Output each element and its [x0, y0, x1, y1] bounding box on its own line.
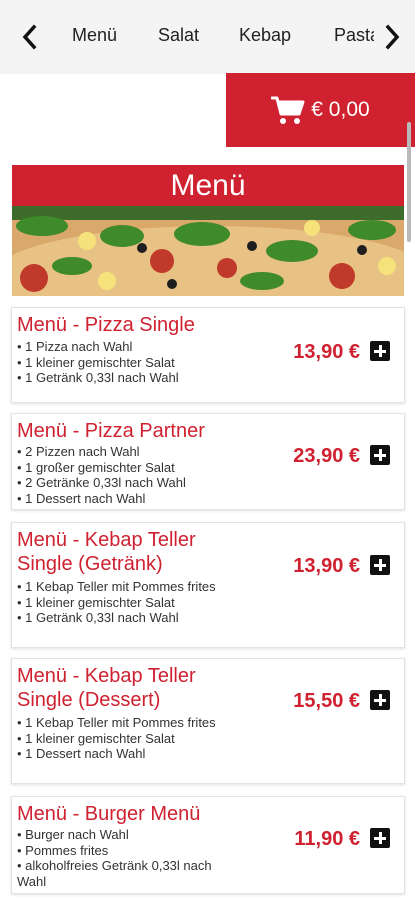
menu-item-card[interactable]: Menü - Kebap Teller Single (Getränk) • 1… [11, 522, 405, 648]
plus-icon[interactable] [370, 555, 390, 575]
tab-pasta[interactable]: Pasta [334, 25, 374, 46]
menu-item-card[interactable]: Menü - Pizza Single • 1 Pizza nach Wahl … [11, 307, 405, 403]
cart-total: € 0,00 [311, 98, 370, 121]
menu-item-description: • Burger nach Wahl • Pommes frites • alk… [17, 827, 232, 889]
menu-item-description: • 1 Kebap Teller mit Pommes frites • 1 k… [17, 715, 232, 762]
menu-item-title: Menü - Kebap Teller Single (Getränk) [17, 529, 196, 575]
plus-icon[interactable] [370, 445, 390, 465]
menu-item-detail: • 1 Dessert nach Wahl [17, 490, 146, 506]
tab-menue[interactable]: Menü [72, 25, 117, 46]
cart-button[interactable]: € 0,00 [226, 73, 415, 147]
menu-item-price: 13,90 € [293, 341, 360, 363]
menu-item-title: Menü - Burger Menü [17, 803, 201, 825]
menu-item-detail: • Pommes frites [17, 842, 109, 858]
menu-item-title: Menü - Kebap Teller Single (Dessert) [17, 665, 196, 711]
tab-kebap[interactable]: Kebap [239, 25, 291, 46]
menu-item-detail: • 1 kleiner gemischter Salat [17, 594, 175, 610]
menu-item-detail: • 1 Getränk 0,33l nach Wahl [17, 370, 179, 385]
plus-icon[interactable] [370, 341, 390, 361]
menu-item-price: 23,90 € [293, 445, 360, 467]
category-tabs: Menü Salat Kebap Pasta [54, 0, 374, 74]
menu-item-detail: • 1 Getränk 0,33l nach Wahl [17, 610, 179, 625]
menu-item-description: • 2 Pizzen nach Wahl • 1 großer gemischt… [17, 444, 232, 506]
menu-item-description: • 1 Kebap Teller mit Pommes frites • 1 k… [17, 579, 232, 626]
menu-item-detail: • 2 Getränke 0,33l nach Wahl [17, 475, 186, 490]
menu-item-detail: • 1 kleiner gemischter Salat [17, 730, 175, 746]
menu-item-detail: • Burger nach Wahl [17, 827, 129, 842]
chevron-left-icon[interactable] [14, 20, 44, 54]
menu-item-detail: • 1 Pizza nach Wahl [17, 339, 133, 354]
menu-item-card[interactable]: Menü - Pizza Partner • 2 Pizzen nach Wah… [11, 413, 405, 510]
chevron-right-icon[interactable] [378, 20, 408, 54]
menu-item-detail: • 1 Kebap Teller mit Pommes frites [17, 579, 216, 594]
menu-item-detail: • 1 Dessert nach Wahl [17, 746, 146, 761]
menu-item-card[interactable]: Menü - Burger Menü • Burger nach Wahl • … [11, 796, 405, 894]
pizza-banner-image [12, 206, 404, 296]
menu-item-detail: • 1 großer gemischter Salat [17, 459, 175, 475]
menu-item-title: Menü - Pizza Partner [17, 420, 205, 442]
menu-item-price: 15,50 € [293, 690, 360, 712]
tab-salat[interactable]: Salat [158, 25, 199, 46]
plus-icon[interactable] [370, 828, 390, 848]
menu-item-description: • 1 Pizza nach Wahl • 1 kleiner gemischt… [17, 339, 232, 386]
menu-item-detail: • alkoholfreies Getränk 0,33l nach Wahl [17, 858, 212, 889]
category-nav: Menü Salat Kebap Pasta [0, 0, 415, 74]
shopping-cart-icon [271, 96, 305, 124]
section-title: Menü [12, 165, 404, 206]
plus-icon[interactable] [370, 690, 390, 710]
menu-item-detail: • 2 Pizzen nach Wahl [17, 444, 140, 459]
menu-item-detail: • 1 Kebap Teller mit Pommes frites [17, 715, 216, 730]
scrollbar[interactable] [407, 122, 411, 242]
menu-item-price: 13,90 € [293, 555, 360, 577]
menu-item-card[interactable]: Menü - Kebap Teller Single (Dessert) • 1… [11, 658, 405, 784]
menu-item-price: 11,90 € [294, 828, 360, 850]
menu-item-title: Menü - Pizza Single [17, 314, 195, 336]
menu-item-detail: • 1 kleiner gemischter Salat [17, 354, 175, 370]
